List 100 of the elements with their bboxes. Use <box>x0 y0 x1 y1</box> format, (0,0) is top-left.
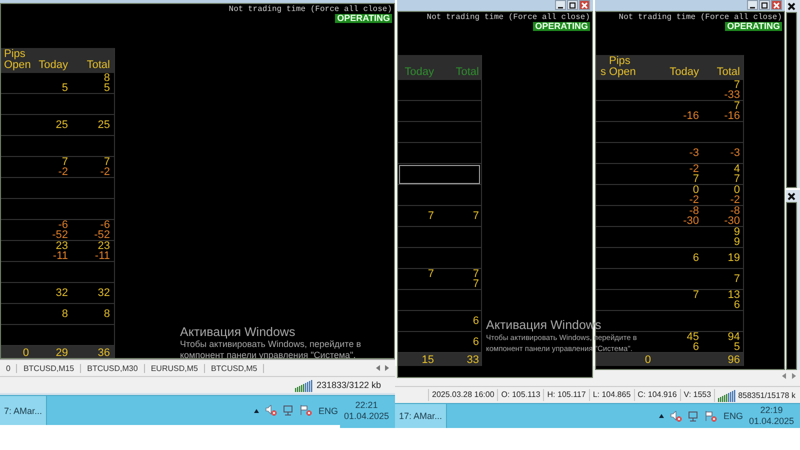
table-cell-text: -33 <box>723 90 740 100</box>
total-cell-text: 0 <box>644 354 651 364</box>
close-button[interactable] <box>771 0 782 10</box>
chart-tab[interactable]: EURUSD,M5 <box>144 364 205 372</box>
table-cell-text: 0 <box>734 185 740 195</box>
chart-tab[interactable]: 0 <box>0 364 18 372</box>
activation-text: Чтобы активировать Windows, перейдите в <box>180 339 361 350</box>
memory-meter-icon <box>718 388 736 402</box>
table-cell-text: -30 <box>682 216 699 226</box>
language-indicator[interactable]: ENG <box>318 406 338 416</box>
close-icon[interactable] <box>787 2 796 10</box>
table-cell-text: -3 <box>688 148 699 158</box>
chart-tab[interactable]: BTCUSD,M15 <box>17 364 82 372</box>
chart-tab[interactable]: BTCUSD,M30 <box>81 364 145 372</box>
caret-up-icon[interactable] <box>254 408 260 412</box>
column-heading: Open <box>4 59 31 71</box>
minimize-button[interactable] <box>747 0 758 10</box>
table-cell-text: 7 <box>692 174 699 184</box>
table-cell-text: -16 <box>682 111 699 121</box>
network-icon[interactable] <box>283 405 294 416</box>
minimize-button[interactable] <box>555 0 566 10</box>
table-cell-text: 45 <box>686 332 699 342</box>
table-cell-text: 7 <box>472 279 479 289</box>
network-icon[interactable] <box>688 410 700 422</box>
flag-error-icon[interactable] <box>705 410 718 422</box>
taskbar-button[interactable]: 17: AMar... <box>395 404 448 428</box>
status-badge: OPERATING <box>335 14 392 23</box>
flag-error-icon[interactable] <box>300 405 312 416</box>
total-cell-text: 96 <box>726 354 740 364</box>
scroll-left-icon[interactable] <box>782 373 786 379</box>
table-row[interactable]: 7 7 <box>398 206 481 227</box>
table-cell-text: -2 <box>57 167 68 177</box>
close-icon[interactable] <box>787 192 796 200</box>
table-cell-text: 8 <box>102 309 110 319</box>
table-cell-text: 32 <box>96 288 110 298</box>
table-cell-text: 6 <box>472 337 479 347</box>
table-cell-text: 7 <box>692 290 699 300</box>
maximize-button[interactable] <box>567 0 578 10</box>
maximize-icon <box>761 2 768 8</box>
total-cell-text: 33 <box>466 354 479 364</box>
status-message: Not trading time (Force all close) <box>426 13 590 22</box>
clock[interactable]: 22:21 01.04.2025 <box>344 400 389 422</box>
status-field: O: 105.113 <box>497 389 544 401</box>
scroll-right-icon[interactable] <box>792 373 796 379</box>
maximize-icon <box>569 2 576 8</box>
table-cell-text: 5 <box>60 83 68 93</box>
table-row[interactable] <box>398 164 481 185</box>
table-cell-text: 7 <box>472 269 479 279</box>
total-cell-text: 0 <box>22 348 29 358</box>
table-cell-text: 4 <box>732 164 740 174</box>
table-cell-text: 94 <box>726 332 740 342</box>
column-heading: Total <box>86 59 110 71</box>
speaker-muted-icon[interactable] <box>265 405 278 416</box>
language-indicator[interactable]: ENG <box>723 411 743 421</box>
close-icon <box>581 2 588 8</box>
status-field: L: 104.865 <box>588 389 634 401</box>
memory-usage: 231833/3122 kb <box>316 380 381 390</box>
maximize-button[interactable] <box>759 0 770 10</box>
table-cell-text: -2 <box>99 167 110 177</box>
table-cell-text: -2 <box>688 164 699 174</box>
taskbar-button[interactable]: 7: AMar... <box>0 396 48 425</box>
table-row[interactable]: 6 <box>398 311 481 332</box>
close-button[interactable] <box>579 0 590 10</box>
table-cell-text: 5 <box>732 342 740 352</box>
status-field: C: 104.916 <box>634 389 680 401</box>
scroll-left-icon[interactable] <box>376 365 380 371</box>
table-cell-text: 32 <box>54 288 68 298</box>
column-heading: Today <box>670 66 699 78</box>
table-cell-text: 23 <box>56 241 68 251</box>
clock-time: 22:21 <box>355 400 378 410</box>
total-cell-text: 29 <box>54 348 68 358</box>
column-group-heading: Pips <box>609 55 630 67</box>
table-cell-text: 7 <box>472 211 479 221</box>
status-field: 2025.03.28 16:00 <box>428 389 498 401</box>
column-heading: Today <box>38 59 68 71</box>
column-heading: s <box>600 66 606 78</box>
speaker-muted-icon[interactable] <box>670 410 682 422</box>
table-cell-text: 8 <box>102 73 110 83</box>
table-row[interactable]: 7 7 7 <box>398 269 481 290</box>
table-cell-text: 9 <box>732 227 740 237</box>
scroll-right-icon[interactable] <box>385 365 389 371</box>
chart-tab[interactable]: BTCUSD,M5 <box>204 364 264 372</box>
table-cell-text: 23 <box>98 241 110 251</box>
status-badge: OPERATING <box>725 22 782 31</box>
table-cell-text: 7 <box>732 174 740 184</box>
status-field: V: 1553 <box>680 389 714 401</box>
table-cell-text: -6 <box>58 220 68 230</box>
table-cell-text: 7 <box>426 269 434 279</box>
status-badge: OPERATING <box>533 22 590 31</box>
activation-text: компонент панели управления "Система". <box>180 350 356 361</box>
caret-up-icon[interactable] <box>659 414 664 418</box>
column-heading: Total <box>456 66 479 78</box>
clock[interactable]: 22:19 01.04.2025 <box>748 405 794 427</box>
table-cell-text: 25 <box>54 120 68 130</box>
table-cell-text: -11 <box>94 251 110 261</box>
table-cell-text: 6 <box>472 316 479 326</box>
table-cell-text: -30 <box>723 216 740 226</box>
table-cell-text: -2 <box>729 195 740 205</box>
table-cell-text: 25 <box>96 120 110 130</box>
table-cell-text: 6 <box>692 253 699 263</box>
